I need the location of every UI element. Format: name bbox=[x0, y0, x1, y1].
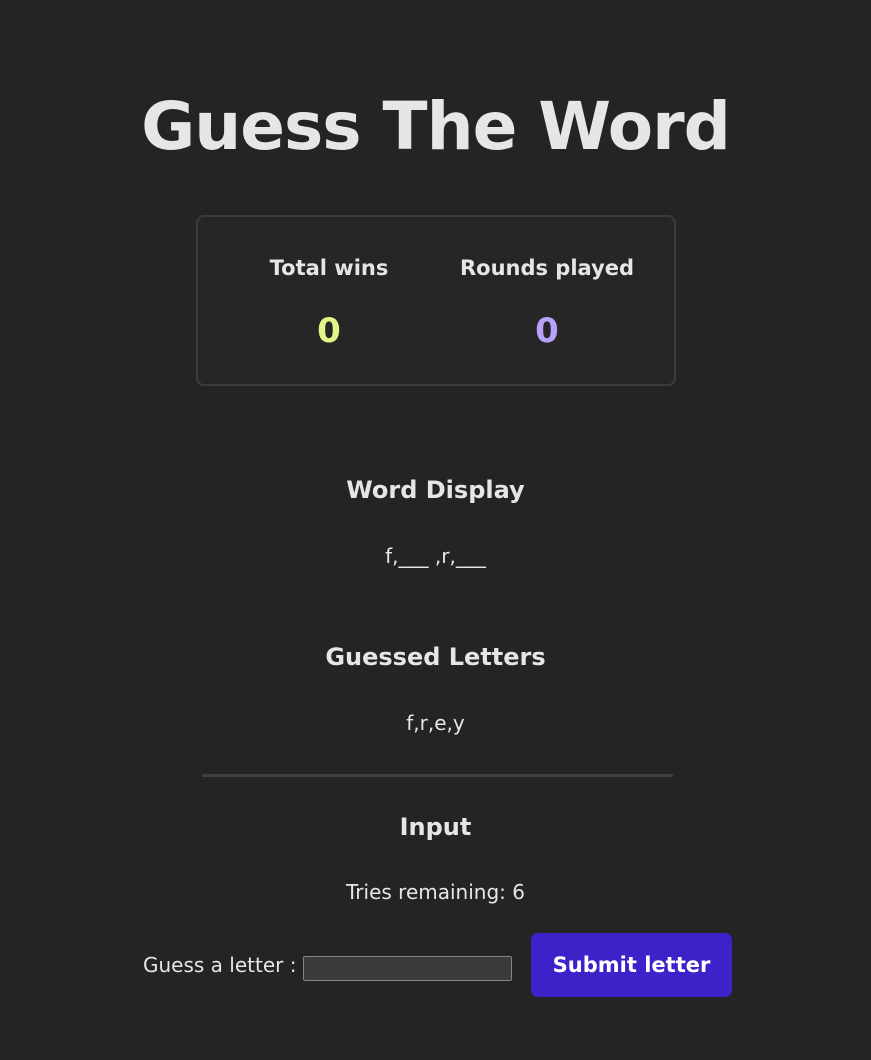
guessed-letters-value: f,r,e,y bbox=[406, 711, 465, 735]
guessed-letters-heading: Guessed Letters bbox=[325, 643, 546, 671]
rounds-played-stat: Rounds played 0 bbox=[447, 253, 647, 351]
rounds-played-label: Rounds played bbox=[459, 256, 635, 280]
page-title: Guess The Word bbox=[141, 88, 731, 165]
guess-letter-input[interactable] bbox=[303, 956, 512, 981]
total-wins-value: 0 bbox=[317, 311, 341, 351]
section-divider bbox=[202, 774, 673, 777]
guess-form: Guess a letter : Submit letter bbox=[143, 933, 743, 997]
rounds-played-value: 0 bbox=[535, 311, 559, 351]
total-wins-stat: Total wins 0 bbox=[229, 253, 429, 351]
submit-letter-button[interactable]: Submit letter bbox=[531, 933, 732, 997]
word-display-value: f,___ ,r,___ bbox=[385, 544, 486, 568]
tries-remaining: Tries remaining: 6 bbox=[346, 880, 525, 904]
input-heading: Input bbox=[399, 813, 472, 841]
guess-letter-label: Guess a letter : bbox=[143, 953, 297, 977]
total-wins-label: Total wins bbox=[269, 256, 389, 280]
stats-panel: Total wins 0 Rounds played 0 bbox=[196, 215, 676, 386]
word-display-heading: Word Display bbox=[346, 476, 525, 504]
